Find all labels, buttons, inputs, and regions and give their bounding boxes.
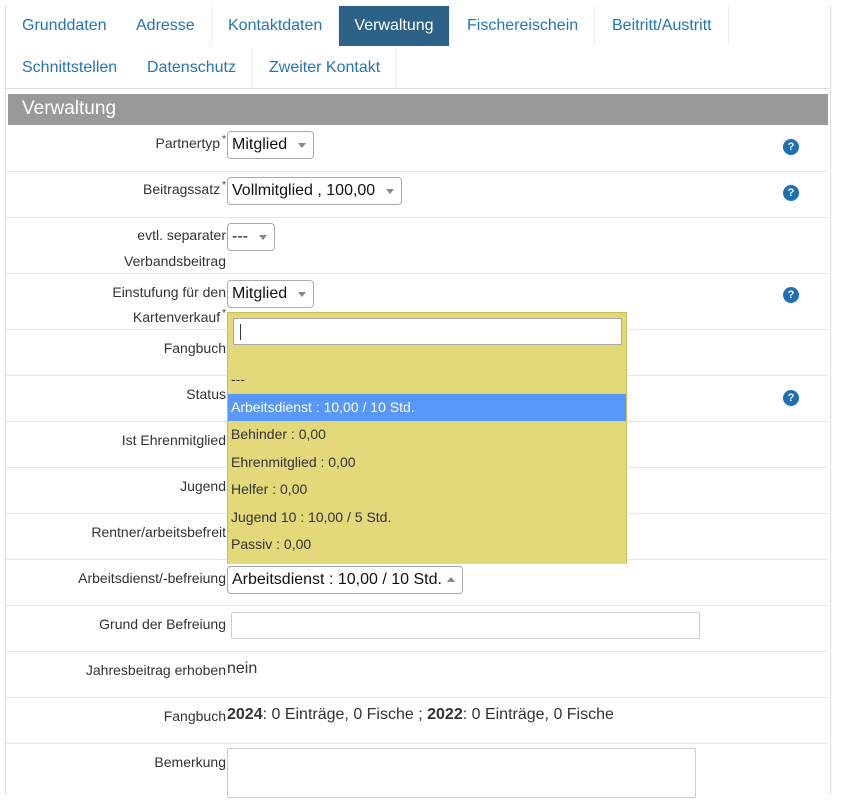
chevron-down-icon [298, 292, 307, 297]
tab-adresse[interactable]: Adresse [120, 6, 212, 46]
bemerkung-label: Bemerkung [154, 754, 226, 770]
partnertyp-select[interactable]: Mitglied [227, 131, 315, 159]
tab-zweiter-kontakt[interactable]: Zweiter Kontakt [253, 48, 398, 88]
arbeitsdienst-dropdown: --- Arbeitsdienst : 10,00 / 10 Std. Behi… [227, 312, 627, 564]
help-icon[interactable]: ? [783, 185, 799, 201]
help-icon[interactable]: ? [783, 139, 799, 155]
tab-schnittstellen[interactable]: Schnittstellen [6, 48, 135, 88]
fangbuch-value: 2024: 0 Einträge, 0 Fische ; 2022: 0 Ein… [227, 706, 614, 723]
grund-label: Grund der Befreiung [99, 616, 226, 632]
jahresbeitrag-label: Jahresbeitrag erhoben [85, 662, 226, 678]
rentner-label: Rentner/arbeitsbefreit [91, 524, 226, 540]
row-beitragssatz [6, 172, 828, 218]
tab-datenschutz[interactable]: Datenschutz [131, 48, 253, 88]
dropdown-option[interactable]: Helfer : 0,00 [228, 476, 626, 503]
tab-beitritt-austritt[interactable]: Beitritt/Austritt [596, 6, 729, 46]
jugend-label: Jugend [180, 478, 226, 494]
verbandsbeitrag-select[interactable]: --- [227, 223, 275, 251]
bemerkung-textarea[interactable] [227, 748, 696, 798]
beitragssatz-label: Beitragssatz * [143, 180, 226, 197]
arbeitsdienst-label: Arbeitsdienst/-befreiung [78, 570, 226, 586]
help-icon[interactable]: ? [783, 390, 799, 406]
einstufung-label-line1: Einstufung für den [112, 284, 226, 300]
dropdown-option[interactable]: Behinder : 0,00 [228, 421, 626, 448]
chevron-down-icon [386, 189, 395, 194]
einstufung-select[interactable]: Mitglied [227, 280, 315, 308]
dropdown-option[interactable]: --- [228, 366, 626, 393]
verbandsbeitrag-label-line1: evtl. separater [137, 227, 226, 243]
arbeitsdienst-select[interactable]: Arbeitsdienst : 10,00 / 10 Std. [227, 566, 463, 594]
ehrenmitglied-label: Ist Ehrenmitglied [121, 432, 226, 448]
fangbuch-select-label: Fangbuch [163, 340, 226, 356]
grund-input[interactable] [231, 612, 700, 639]
fangbuch-label: Fangbuch [163, 708, 226, 724]
tab-kontaktdaten[interactable]: Kontaktdaten [212, 6, 340, 46]
tab-fischereischein[interactable]: Fischereischein [451, 6, 596, 46]
beitragssatz-select[interactable]: Vollmitglied , 100,00 [227, 177, 403, 205]
row-partnertyp [6, 125, 828, 172]
section-header: Verwaltung [8, 94, 828, 125]
jahresbeitrag-value: nein [227, 660, 258, 677]
chevron-down-icon [298, 143, 307, 148]
chevron-down-icon [258, 235, 267, 240]
text-cursor [240, 324, 241, 340]
status-label: Status [186, 386, 226, 402]
tab-grunddaten[interactable]: Grunddaten [6, 6, 124, 46]
dropdown-option[interactable]: Ehrenmitglied : 0,00 [228, 449, 626, 476]
help-icon[interactable]: ? [783, 287, 799, 303]
einstufung-label-line2: Kartenverkauf * [132, 308, 226, 325]
dropdown-option-highlighted[interactable]: Arbeitsdienst : 10,00 / 10 Std. [228, 394, 626, 421]
tab-divider [6, 88, 829, 89]
verbandsbeitrag-label-line2: Verbandsbeitrag [124, 253, 226, 269]
chevron-up-icon [447, 577, 455, 582]
dropdown-option[interactable]: Passiv : 0,00 [228, 531, 626, 558]
partnertyp-label: Partnertyp * [155, 134, 227, 151]
dropdown-search-input[interactable] [233, 318, 622, 345]
dropdown-option[interactable]: Jugend 10 : 10,00 / 5 Std. [228, 504, 626, 531]
tab-verwaltung[interactable]: Verwaltung [339, 6, 450, 46]
